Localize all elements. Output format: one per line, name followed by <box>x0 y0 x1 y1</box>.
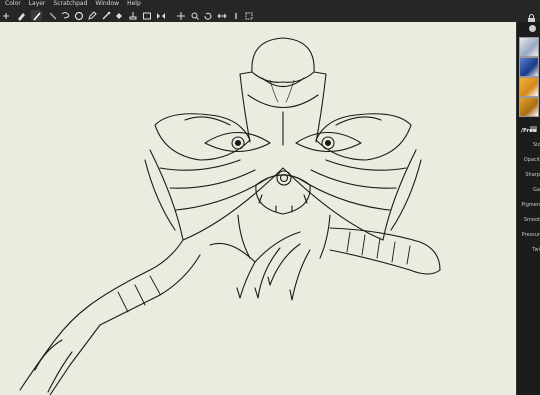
brush-preset-thumbnail[interactable] <box>519 37 539 57</box>
rectangle-icon[interactable] <box>141 10 152 21</box>
top-bar: Color Layer Scratchpad Window Help <box>0 0 540 22</box>
menu-layer[interactable]: Layer <box>24 0 49 8</box>
lock-icon[interactable] <box>526 9 537 23</box>
move-icon[interactable] <box>175 10 186 21</box>
line-art-drawing <box>19 37 441 395</box>
plus-icon[interactable] <box>0 10 11 21</box>
brush-preset-thumbnail[interactable] <box>519 77 539 97</box>
property-sharpness[interactable]: Sharp <box>525 172 540 178</box>
brush-preset-thumbnail[interactable] <box>519 97 539 117</box>
property-opacity[interactable]: Opacit <box>524 157 540 163</box>
rotate-icon[interactable] <box>73 10 84 21</box>
brush-preset-thumbnail[interactable] <box>519 57 539 77</box>
eyedropper-icon[interactable] <box>100 10 111 21</box>
pen-icon[interactable] <box>86 10 97 21</box>
line-icon[interactable] <box>47 10 58 21</box>
hamburger-menu-icon[interactable] <box>530 117 537 132</box>
rotate-view-icon[interactable] <box>202 10 213 21</box>
menu-color[interactable]: Color <box>0 0 24 8</box>
menu-scratchpad[interactable]: Scratchpad <box>48 0 90 8</box>
property-pressure[interactable]: Pressur <box>522 232 540 238</box>
symmetry-icon[interactable] <box>155 10 166 21</box>
toolbar <box>0 9 515 22</box>
fit-icon[interactable] <box>243 10 254 21</box>
brush-panel-title: ∕Free <box>521 128 537 134</box>
drawing-canvas[interactable] <box>0 22 516 395</box>
lasso-icon[interactable] <box>59 10 70 21</box>
menu-window[interactable]: Window <box>90 0 122 8</box>
property-pigment[interactable]: Pigmen <box>521 202 540 208</box>
zoom-icon[interactable] <box>189 10 200 21</box>
flip-icon[interactable] <box>216 10 227 21</box>
info-icon[interactable] <box>230 10 241 21</box>
property-twist[interactable]: Twi <box>532 247 540 253</box>
brush-icon[interactable] <box>31 10 42 21</box>
color-dot-icon[interactable] <box>529 25 536 32</box>
stamp-icon[interactable] <box>127 10 138 21</box>
fill-icon[interactable] <box>113 10 124 21</box>
menu-bar: Color Layer Scratchpad Window Help <box>0 0 144 8</box>
property-size[interactable]: Siz <box>533 142 540 148</box>
property-gain[interactable]: Ga <box>533 187 540 193</box>
property-smoothing[interactable]: Smoot <box>524 217 540 223</box>
menu-help[interactable]: Help <box>122 0 144 8</box>
eraser-icon[interactable] <box>15 10 26 21</box>
